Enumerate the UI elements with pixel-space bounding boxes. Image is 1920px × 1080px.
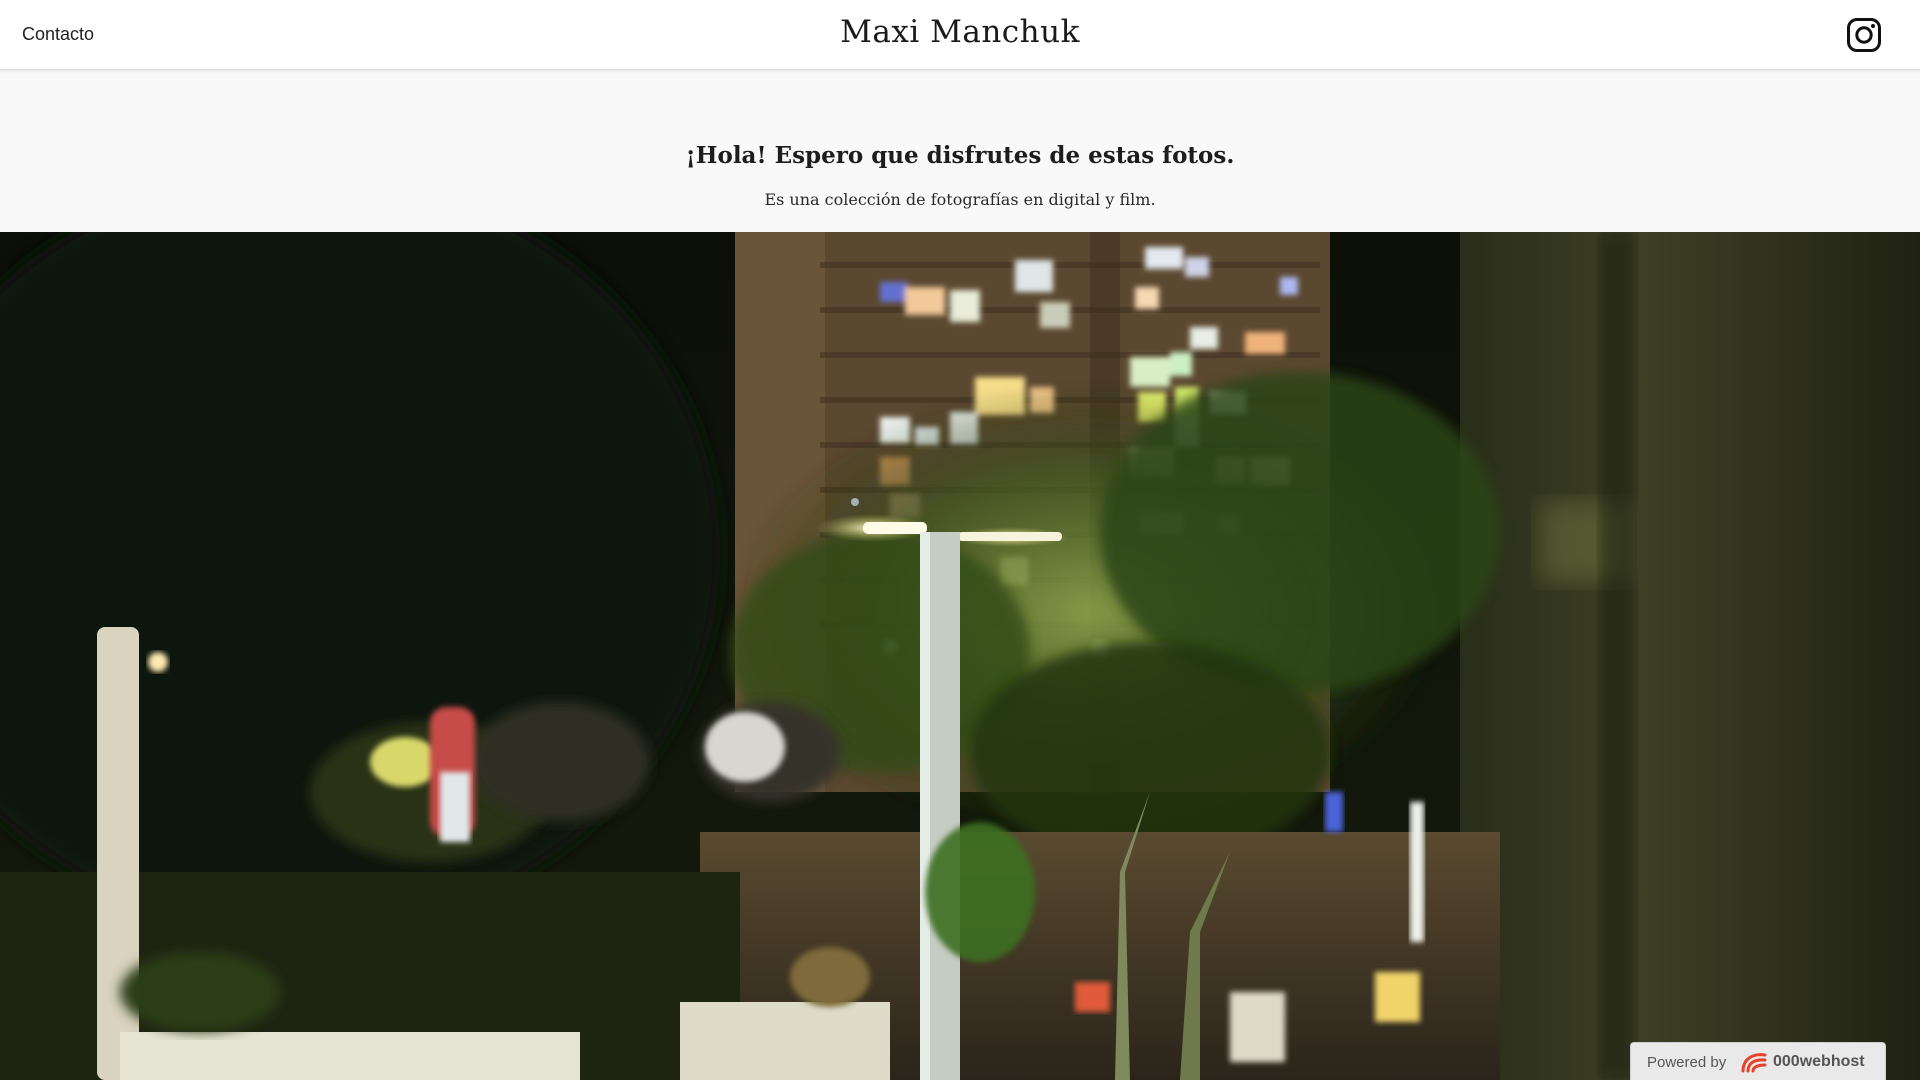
night-street-photo <box>0 232 1920 1080</box>
powered-by-badge[interactable]: Powered by 000webhost <box>1630 1042 1886 1080</box>
intro-subheading: Es una colección de fotografías en digit… <box>764 190 1156 209</box>
instagram-icon <box>1846 17 1882 53</box>
site-header: Contacto Maxi Manchuk <box>0 0 1920 70</box>
000webhost-logo-icon <box>1739 1051 1769 1073</box>
intro-heading: ¡Hola! Espero que disfrutes de estas fot… <box>685 142 1235 169</box>
000webhost-brand: 000webhost <box>1773 1053 1865 1070</box>
intro-section: ¡Hola! Espero que disfrutes de estas fot… <box>0 70 1920 232</box>
instagram-button[interactable] <box>1846 17 1882 53</box>
hero-photo <box>0 232 1920 1080</box>
site-title[interactable]: Maxi Manchuk <box>0 14 1920 50</box>
powered-by-label: Powered by <box>1647 1054 1727 1071</box>
